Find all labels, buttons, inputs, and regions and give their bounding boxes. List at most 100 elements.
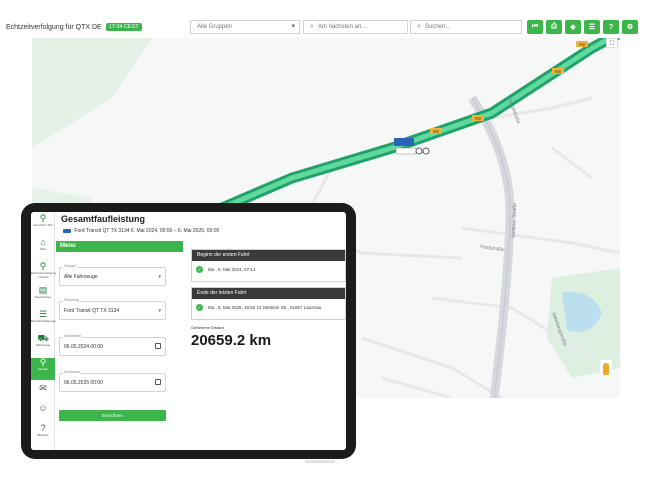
last-trip-card: Ende der letzten Fahrt ✓ Mo., 5. Mai 202… <box>191 287 346 320</box>
first-trip-header: Beginn der ersten Fahrt <box>192 250 345 261</box>
menu-header: Menu <box>56 241 183 252</box>
route-icon: ⚲ <box>39 357 47 367</box>
sidebar-item-reports[interactable]: ? Berichte <box>31 424 55 446</box>
sidebar-item-label: Start <box>39 247 47 251</box>
layers-button[interactable]: ◈ <box>565 20 581 34</box>
title-text: Echtzeitverfolgung für QTX DE <box>6 23 102 31</box>
book-icon: ▤ <box>38 285 48 295</box>
group-value: Alle Fahrzeuge <box>64 274 98 280</box>
app-title: Echtzeitverfolgung für QTX DE 17:34 CEST <box>6 23 142 31</box>
end-date-field[interactable]: Enddatum 06.05.2025 00:00 <box>59 370 166 392</box>
sidebar-item-label: Echtzeitverfolgung / Verlauf <box>31 271 56 279</box>
settings-button[interactable]: ⚙ <box>622 20 638 34</box>
time-badge: 17:34 CEST <box>105 23 142 31</box>
vehicle-label: Fahrzeug <box>63 298 80 302</box>
chevron-down-icon: ▾ <box>158 308 161 314</box>
calendar-icon[interactable] <box>155 343 161 349</box>
map-pin-icon: ⚲ <box>39 261 47 271</box>
map-pin-icon: ⚲ <box>39 213 47 223</box>
start-date-value: 06.05.2024 00:00 <box>64 344 103 350</box>
vehicle-status-icon <box>422 147 430 155</box>
nearest-placeholder: Am nächsten an... <box>317 24 367 30</box>
road-badge-label: K8 <box>579 42 585 47</box>
road-badge-label: K8 <box>433 129 439 134</box>
tablet-screen: ⚲ Übersicht / Bar ⌂ Start ⚲ Echtzeitverf… <box>31 212 346 450</box>
search-placeholder: Suchen... <box>424 24 451 30</box>
group-select[interactable]: Alle Gruppen ▾ <box>190 20 300 34</box>
green-area <box>32 38 152 148</box>
search-icon: ⌕ <box>310 23 314 30</box>
print-icon: ⎙ <box>551 23 557 30</box>
end-date-value: 06.05.2025 00:00 <box>64 380 103 386</box>
start-date-label: Startdatum <box>63 334 83 338</box>
check-icon: ✓ <box>196 266 203 273</box>
help-icon: ? <box>608 23 614 31</box>
sidebar-item-start[interactable]: ⌂ Start <box>31 238 55 260</box>
filter-menu: Menu Gruppe Alle Fahrzeuge ▾ Fahrzeug Fo… <box>56 241 183 450</box>
print-button[interactable]: ⎙ <box>546 20 562 34</box>
sidebar: ⚲ Übersicht / Bar ⌂ Start ⚲ Echtzeitverf… <box>31 212 58 450</box>
last-trip-body: ✓ Mo., 5. Mai 2025, 16:52 12 Stettiner S… <box>192 299 345 316</box>
search-input[interactable]: ⌕ Suchen... <box>410 20 522 34</box>
truck-icon <box>63 228 71 233</box>
check-icon: ✓ <box>196 304 203 311</box>
user-icon: ☺ <box>38 403 48 413</box>
sidebar-item-label: Fahrzeuge <box>35 343 51 347</box>
sidebar-item-overview[interactable]: ⚲ Übersicht / Bar <box>31 214 55 236</box>
tablet-frame: ⚲ Übersicht / Bar ⌂ Start ⚲ Echtzeitverf… <box>21 203 356 459</box>
sidebar-item-label: Berichte <box>37 433 49 437</box>
distance-label: Gefahrene Distanz <box>191 325 225 330</box>
vehicle-name: Ford Transit QT TX 3134 <box>74 228 130 234</box>
distance-value: 20659.2 km <box>191 332 272 349</box>
mail-icon: ✉ <box>39 383 47 393</box>
pegman-icon <box>603 363 609 375</box>
skip-back-icon: ⏮ <box>531 23 539 30</box>
list-icon: ☰ <box>588 24 596 31</box>
help-button[interactable]: ? <box>603 20 619 34</box>
chevron-down-icon: ▾ <box>291 23 295 30</box>
calendar-icon[interactable] <box>155 379 161 385</box>
search-icon: ⌕ <box>417 23 421 30</box>
fullscreen-icon: ⛶ <box>609 41 615 47</box>
group-select-value: Alle Gruppen <box>197 24 233 30</box>
end-date-label: Enddatum <box>63 370 81 374</box>
sidebar-item-label: Fahrten <box>37 367 49 371</box>
layers-icon: ◈ <box>570 24 576 31</box>
date-range: 6. Mai 2024, 00:00 – 6. Mai 2025, 00:00 <box>130 228 220 234</box>
vehicle-icon <box>394 138 414 146</box>
fullscreen-button[interactable]: ⛶ <box>606 38 618 48</box>
minor-road <box>381 376 453 398</box>
vehicle-select[interactable]: Fahrzeug Ford Transit QT TX 3134 ▾ <box>59 298 166 320</box>
vehicle-info: Ford Transit QT TX 3134 6. Mai 2024, 00:… <box>61 228 219 234</box>
chevron-down-icon: ▾ <box>158 274 161 280</box>
settings-icon: ⚙ <box>626 24 634 31</box>
sidebar-item-trips[interactable]: ⚲ Fahrten <box>31 358 55 380</box>
vehicle-value: Ford Transit QT TX 3134 <box>64 308 120 314</box>
first-trip-card: Beginn der ersten Fahrt ✓ Mo., 6. Mai 20… <box>191 249 346 282</box>
divider <box>305 460 335 463</box>
sidebar-item-tracking[interactable]: ⚲ Echtzeitverfolgung / Verlauf <box>31 261 56 284</box>
skip-back-button[interactable]: ⏮ <box>527 20 543 34</box>
start-date-field[interactable]: Startdatum 06.05.2024 00:00 <box>59 334 166 356</box>
minor-road <box>551 146 593 180</box>
sidebar-item-routes[interactable]: ▤ Routenlisten <box>31 286 55 308</box>
calculate-button[interactable]: Errechnen <box>59 410 166 421</box>
group-select[interactable]: Gruppe Alle Fahrzeuge ▾ <box>59 264 166 286</box>
sidebar-item-label: Übersicht / Bar <box>33 223 53 227</box>
street-view-button[interactable] <box>600 360 612 378</box>
first-trip-value: Mo., 6. Mai 2024, 07:14 <box>208 267 256 272</box>
sidebar-item-vehicles[interactable]: ⛟ Fahrzeuge <box>31 334 55 356</box>
last-trip-header: Ende der letzten Fahrt <box>192 288 345 299</box>
page-title: Gesamtfaufleistung <box>61 214 146 224</box>
home-icon: ⌂ <box>40 237 46 247</box>
minor-road <box>361 336 503 398</box>
list-button[interactable]: ☰ <box>584 20 600 34</box>
nearest-search-input[interactable]: ⌕ Am nächsten an... <box>303 20 408 34</box>
sidebar-item-notifications[interactable]: ☰ Benachrichtigungen <box>31 309 58 332</box>
sidebar-item-label: Routenlisten <box>34 295 52 299</box>
road-badge-label: K8 <box>475 116 481 121</box>
list-icon: ☰ <box>38 309 48 319</box>
street-label: Stettiner Straße <box>511 203 518 238</box>
sidebar-item-label: Benachrichtigungen <box>31 319 58 323</box>
first-trip-body: ✓ Mo., 6. Mai 2024, 07:14 <box>192 261 345 278</box>
